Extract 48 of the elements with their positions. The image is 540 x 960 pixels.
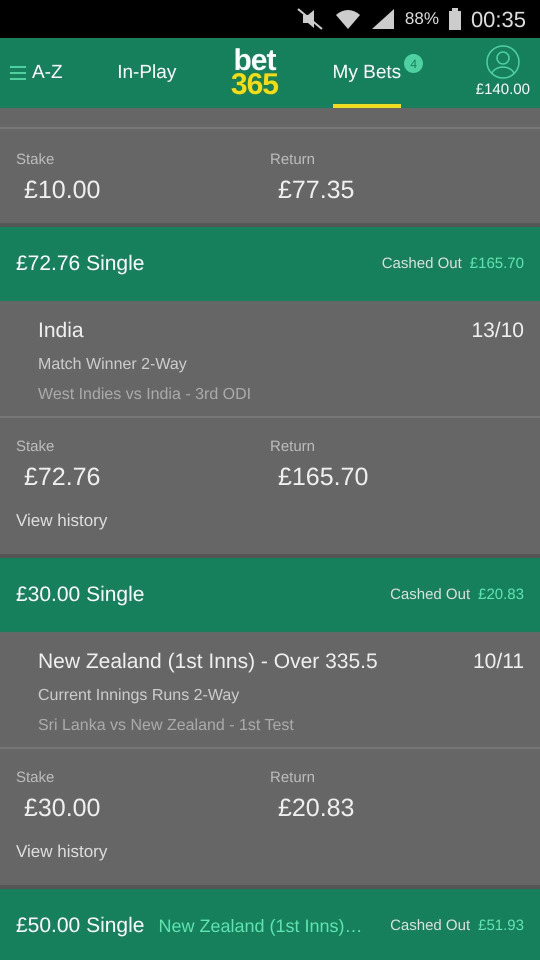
cashout-amount: £51.93	[478, 916, 524, 936]
selection-preview: New Zealand (1st Inns)…	[158, 914, 363, 938]
cashout-amount: £20.83	[478, 584, 524, 605]
field-label: Return	[270, 437, 316, 457]
amount: £72.76	[23, 462, 102, 492]
bet-header[interactable]: £72.76 Single Cashed Out £165.70	[0, 227, 540, 301]
clock: 00:35	[470, 6, 526, 34]
account-button[interactable]: £140.00	[476, 44, 530, 102]
bet-title: £30.00 Single	[16, 582, 144, 608]
amount: £10.00	[23, 174, 102, 206]
event-name: West Indies vs India - 3rd ODI	[38, 384, 252, 404]
bet-title: £72.76 Single	[16, 251, 144, 278]
market-name: Match Winner 2-Way	[38, 354, 188, 374]
odds: 13/10	[471, 318, 524, 344]
battery-percent: 88%	[404, 8, 439, 30]
market-name: Current Innings Runs 2-Way	[38, 686, 240, 706]
menu-icon	[10, 65, 26, 81]
amount: £30.00	[23, 792, 102, 824]
field-label: Stake	[16, 150, 56, 170]
field-label: Return	[270, 768, 316, 788]
bet-title: £50.00 Single	[16, 913, 144, 940]
nav-tab[interactable]: In-Play	[117, 38, 176, 108]
mute-icon	[294, 7, 325, 31]
status-label: Cashed Out	[382, 254, 462, 274]
amount: £165.70	[277, 462, 370, 492]
status-label: Cashed Out	[390, 584, 470, 605]
cashout-amount: £165.70	[470, 254, 524, 274]
event-name: Sri Lanka vs New Zealand - 1st Test	[38, 716, 295, 736]
field-label: Stake	[16, 768, 56, 788]
menu-button[interactable]: A-Z	[10, 38, 63, 108]
user-icon	[486, 44, 520, 79]
field-label: Return	[270, 150, 316, 170]
view-history-link[interactable]: View history	[16, 508, 108, 534]
amount: £20.83	[277, 792, 356, 824]
amount: £77.35	[277, 174, 356, 206]
view-history-link[interactable]: View history	[16, 839, 108, 864]
battery-icon	[448, 8, 461, 30]
field-label: Stake	[16, 437, 56, 457]
signal-icon	[370, 8, 395, 30]
logo: bet 365	[230, 49, 278, 97]
odds: 10/11	[473, 649, 524, 675]
count-badge: 4	[404, 54, 424, 73]
status-label: Cashed Out	[390, 916, 470, 936]
bet-header[interactable]: £30.00 Single Cashed Out £20.83	[0, 558, 540, 632]
wifi-icon	[334, 7, 361, 31]
selection-name: India	[38, 318, 84, 344]
selection-name: New Zealand (1st Inns) - Over 335.5	[38, 649, 378, 675]
bet-header[interactable]: £50.00 Single New Zealand (1st Inns)… Cashed Out £51.93	[0, 889, 540, 960]
